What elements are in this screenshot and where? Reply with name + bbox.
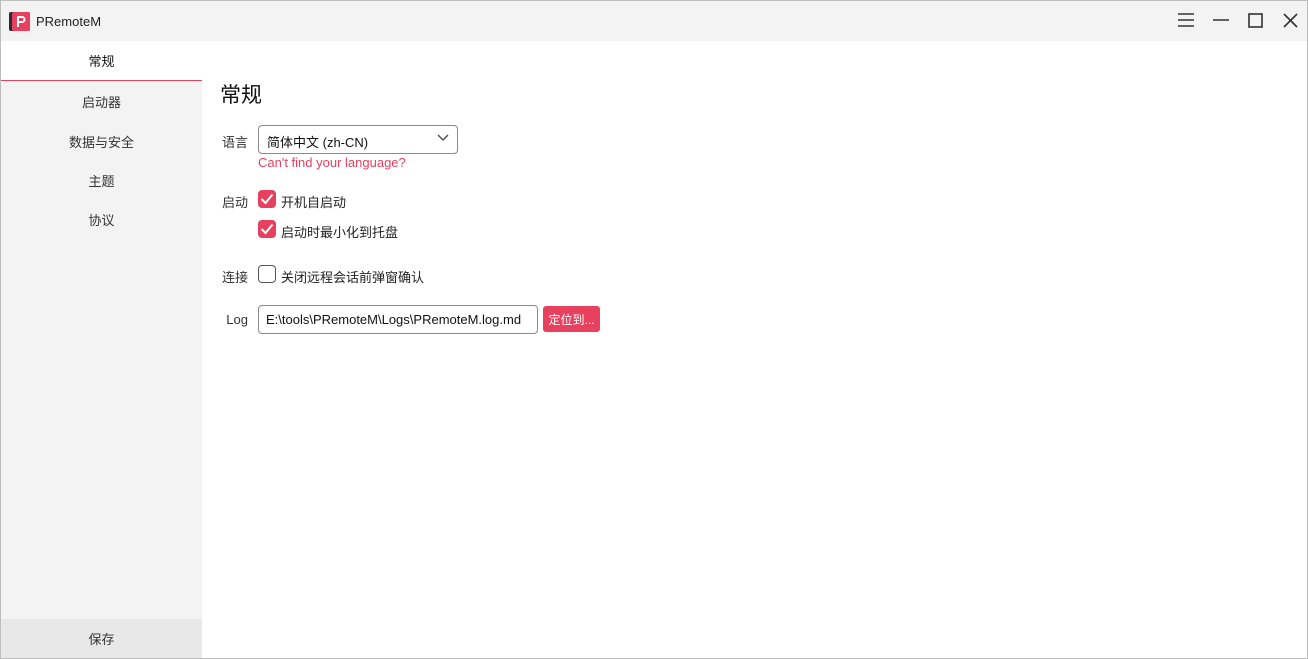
sidebar-item-data-security[interactable]: 数据与安全 [1, 121, 202, 161]
sidebar-item-label: 启动器 [81, 94, 121, 110]
maximize-button[interactable] [1238, 5, 1272, 35]
close-icon [1282, 12, 1298, 28]
sidebar-item-label: 主题 [88, 173, 115, 189]
language-selected-value: 简体中文 (zh-CN) [267, 135, 369, 150]
autostart-checkbox[interactable] [258, 190, 276, 208]
page-title: 常规 [220, 84, 262, 107]
locate-button[interactable]: 定位到... [543, 306, 600, 332]
sidebar-item-protocol[interactable]: 协议 [1, 199, 202, 239]
language-select[interactable]: 简体中文 (zh-CN) [258, 125, 458, 154]
minimize-icon [1213, 19, 1229, 21]
app-window: PRemoteM 常规 启动器 数据与安全 主题 协议 保存 常规 语言 简体中… [0, 0, 1308, 659]
premotem-logo-icon [9, 12, 30, 31]
language-help-link[interactable]: Can't find your language? [258, 155, 406, 170]
checkmark-icon [260, 223, 274, 235]
locate-button-label: 定位到... [548, 312, 595, 327]
chevron-down-icon [437, 134, 449, 141]
minimize-to-tray-label[interactable]: 启动时最小化到托盘 [281, 222, 398, 241]
connection-label: 连接 [221, 270, 248, 285]
sidebar-item-general[interactable]: 常规 [1, 41, 202, 81]
log-label: Log [226, 312, 248, 327]
title-bar[interactable]: PRemoteM [1, 1, 1307, 41]
startup-label: 启动 [221, 195, 248, 210]
sidebar-item-theme[interactable]: 主题 [1, 160, 202, 200]
sidebar-item-label: 常规 [88, 54, 115, 69]
minimize-button[interactable] [1204, 5, 1238, 35]
sidebar: 常规 启动器 数据与安全 主题 协议 保存 [1, 41, 202, 658]
checkmark-icon [260, 193, 274, 205]
close-button[interactable] [1273, 5, 1307, 35]
autostart-label[interactable]: 开机自启动 [281, 192, 346, 211]
minimize-to-tray-checkbox[interactable] [258, 220, 276, 238]
sidebar-item-launcher[interactable]: 启动器 [1, 81, 202, 121]
menu-icon [1178, 13, 1194, 27]
sidebar-item-label: 协议 [88, 212, 115, 228]
menu-button[interactable] [1169, 5, 1203, 35]
sidebar-item-label: 数据与安全 [68, 134, 134, 150]
settings-panel: 常规 语言 简体中文 (zh-CN) Can't find your langu… [202, 41, 1307, 658]
save-button-label: 保存 [88, 632, 115, 647]
window-title: PRemoteM [36, 14, 102, 29]
confirm-close-label[interactable]: 关闭远程会话前弹窗确认 [281, 267, 424, 286]
confirm-close-checkbox[interactable] [258, 265, 276, 283]
language-label: 语言 [221, 135, 248, 150]
maximize-icon [1247, 12, 1263, 28]
save-button[interactable]: 保存 [1, 619, 202, 658]
log-path-field[interactable]: E:\tools\PRemoteM\Logs\PRemoteM.log.md [258, 305, 538, 334]
